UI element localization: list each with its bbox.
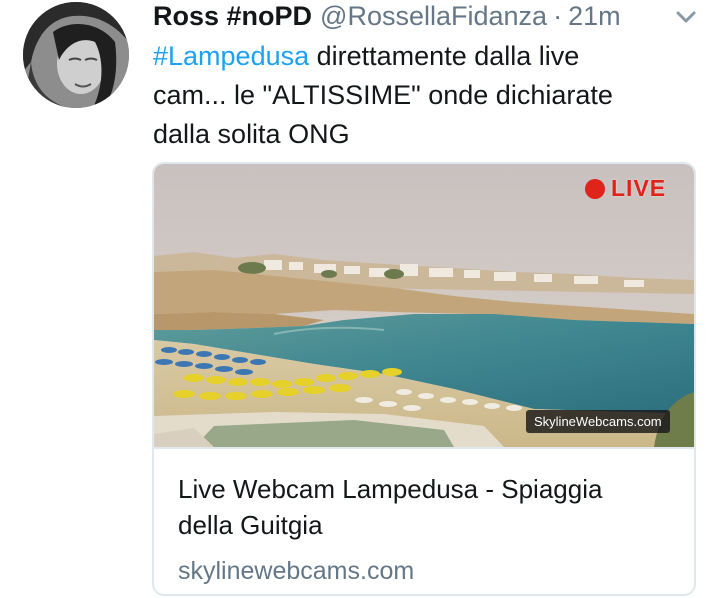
card-domain[interactable]: skylinewebcams.com bbox=[178, 555, 670, 587]
avatar[interactable] bbox=[23, 2, 129, 108]
chevron-down-icon[interactable] bbox=[672, 6, 700, 28]
header-separator: · bbox=[553, 1, 563, 31]
card-body[interactable]: Live Webcam Lampedusa - Spiaggia della G… bbox=[154, 449, 694, 587]
tweet-text: #Lampedusa direttamente dalla live cam..… bbox=[153, 37, 693, 154]
tweet-header: Ross #noPD @RossellaFidanza · 21m bbox=[153, 0, 621, 32]
card-title-line-2: della Guitgia bbox=[178, 510, 323, 540]
card-image[interactable]: LIVE SkylineWebcams.com bbox=[154, 164, 694, 447]
webcam-watermark: SkylineWebcams.com bbox=[526, 410, 670, 433]
tweet-text-line-3: dalla solita ONG bbox=[153, 119, 350, 149]
tweet-text-line-1: #Lampedusa direttamente dalla live bbox=[153, 37, 693, 76]
live-label: LIVE bbox=[611, 175, 667, 201]
hashtag-link[interactable]: #Lampedusa bbox=[153, 41, 309, 71]
tweet-text-line-1-rest: direttamente dalla live bbox=[309, 41, 580, 71]
tweet-text-line-2: cam... le "ALTISSIME" onde dichiarate bbox=[153, 80, 613, 110]
avatar-image bbox=[23, 2, 129, 108]
live-badge: LIVE bbox=[585, 175, 666, 202]
user-handle[interactable]: @RossellaFidanza bbox=[320, 0, 547, 32]
live-dot-icon bbox=[585, 178, 605, 199]
tweet[interactable]: Ross #noPD @RossellaFidanza · 21m #Lampe… bbox=[0, 0, 720, 598]
link-card[interactable]: LIVE SkylineWebcams.com Live Webcam Lamp… bbox=[152, 162, 696, 596]
display-name[interactable]: Ross #noPD bbox=[153, 0, 312, 32]
card-title[interactable]: Live Webcam Lampedusa - Spiaggia della G… bbox=[178, 471, 668, 543]
card-title-line-1: Live Webcam Lampedusa - Spiaggia bbox=[178, 474, 603, 504]
beach-webcam-image bbox=[154, 164, 694, 447]
timestamp[interactable]: 21m bbox=[568, 0, 621, 32]
